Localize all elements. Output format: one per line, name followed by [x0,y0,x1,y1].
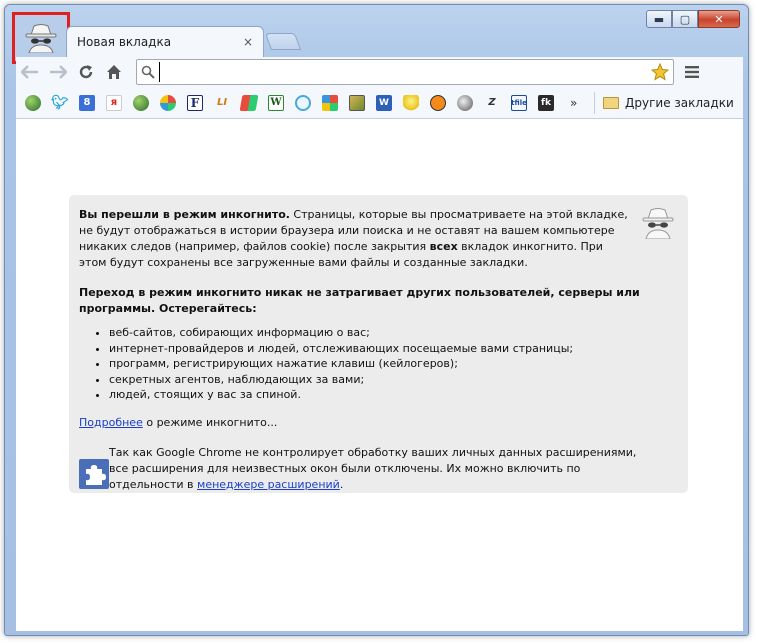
windows-icon [160,94,176,111]
address-input[interactable] [159,62,651,82]
warning-list: веб-сайтов, собирающих информацию о вас;… [109,325,676,403]
minimize-button[interactable]: ▬ [646,10,672,28]
bookmark-item[interactable] [400,92,422,114]
twitter-icon: 🐦︎ [51,94,69,111]
bookmark-item[interactable]: LI [211,92,233,114]
maximize-button[interactable]: ▢ [672,10,698,28]
forward-arrow-icon [50,65,67,79]
window-controls: ▬ ▢ ✕ [646,10,740,28]
list-item: интернет-провайдеров и людей, отслеживаю… [109,341,676,357]
bookmark-item[interactable]: W [265,92,287,114]
list-item: людей, стоящих у вас за спиной. [109,387,676,403]
extensions-notice: Так как Google Chrome не контролирует об… [79,445,676,493]
windows-flag-icon [239,94,259,111]
intro-bold: Вы перешли в режим инкогнито. [79,208,290,221]
bookmark-item[interactable]: tfile [508,92,530,114]
picture-icon [349,94,365,111]
bookmark-item[interactable] [238,92,260,114]
incognito-intro: Вы перешли в режим инкогнито. Страницы, … [79,207,631,271]
bookmark-item[interactable]: Z [481,92,503,114]
tab-close-icon[interactable]: × [243,35,253,49]
bookmark-item[interactable] [427,92,449,114]
bookmark-item[interactable]: F [184,92,206,114]
learn-more-rest: о режиме инкогнито... [142,415,278,429]
bookmark-item[interactable]: 8 [76,92,98,114]
other-bookmarks-label: Другие закладки [625,95,734,110]
home-icon [107,65,121,79]
list-item: программ, регистрирующих нажатие клавиш … [109,356,676,372]
forward-button[interactable] [44,60,72,84]
bookmark-item[interactable] [292,92,314,114]
bulb-icon [403,94,419,111]
fk-icon: fk [538,94,554,111]
close-window-button[interactable]: ✕ [698,10,740,28]
bookmarks-bar: 🐦︎ 8 я F LI W W Z tfile fk » Другие закл… [16,87,743,119]
clock-icon [295,94,311,111]
incognito-warning: Переход в режим инкогнито никак не затра… [79,286,640,315]
bookmark-item[interactable]: fk [535,92,557,114]
squares-icon [322,94,338,111]
page-content: Вы перешли в режим инкогнито. Страницы, … [16,119,743,631]
z-icon: Z [488,97,496,108]
back-arrow-icon [21,65,38,79]
ext-text-main: Так как Google Chrome не контролирует об… [109,445,637,491]
omnibox[interactable] [136,59,674,85]
globe-icon [133,94,149,111]
li-icon: LI [216,97,228,108]
tab-new-tab[interactable]: Новая вкладка × [66,26,264,57]
incognito-info-panel: Вы перешли в режим инкогнито. Страницы, … [69,195,688,493]
bookmark-item[interactable] [454,92,476,114]
bookmark-item[interactable]: 🐦︎ [49,92,71,114]
bookmark-item[interactable] [319,92,341,114]
intro-strong: всех [429,240,458,253]
f-icon: F [187,94,203,111]
bookmark-star-icon[interactable] [651,63,669,81]
extensions-text: Так как Google Chrome не контролирует об… [109,445,649,493]
list-item: веб-сайтов, собирающих информацию о вас; [109,325,676,341]
wikipedia-icon: W [268,94,284,111]
back-button[interactable] [16,60,44,84]
yandex-icon: я [106,94,122,111]
ball-icon [457,94,473,111]
other-bookmarks-folder[interactable]: Другие закладки [594,91,734,114]
new-tab-button[interactable] [264,33,302,50]
menu-button[interactable] [680,60,704,84]
bookmark-item[interactable]: я [103,92,125,114]
search-icon [141,65,155,79]
word-icon: W [376,94,392,111]
reload-icon [79,65,93,79]
bookmark-item[interactable] [157,92,179,114]
bookmark-item[interactable] [346,92,368,114]
hamburger-menu-icon [685,66,699,78]
bookmarks-overflow-icon[interactable]: » [570,96,586,110]
globe-icon [25,94,41,111]
bookmark-item[interactable] [22,92,44,114]
incognito-spy-icon [25,24,57,53]
incognito-spy-icon [642,208,674,239]
bookmark-item[interactable] [130,92,152,114]
list-item: секретных агентов, наблюдающих за вами; [109,372,676,388]
extensions-manager-link[interactable]: менеджере расширений [197,478,340,491]
home-button[interactable] [100,60,128,84]
toolbar [16,57,743,87]
orange-face-icon [430,94,446,111]
learn-more-link[interactable]: Подробнее [79,416,143,429]
google-icon: 8 [79,94,95,111]
folder-icon [603,96,619,109]
tfile-icon: tfile [511,94,527,111]
learn-more-line: Подробнее о режиме инкогнито... [79,415,676,431]
tab-title: Новая вкладка [77,35,172,49]
ext-text-end: . [339,477,344,491]
reload-button[interactable] [72,60,100,84]
puzzle-extension-icon [79,458,109,489]
bookmark-item[interactable]: W [373,92,395,114]
